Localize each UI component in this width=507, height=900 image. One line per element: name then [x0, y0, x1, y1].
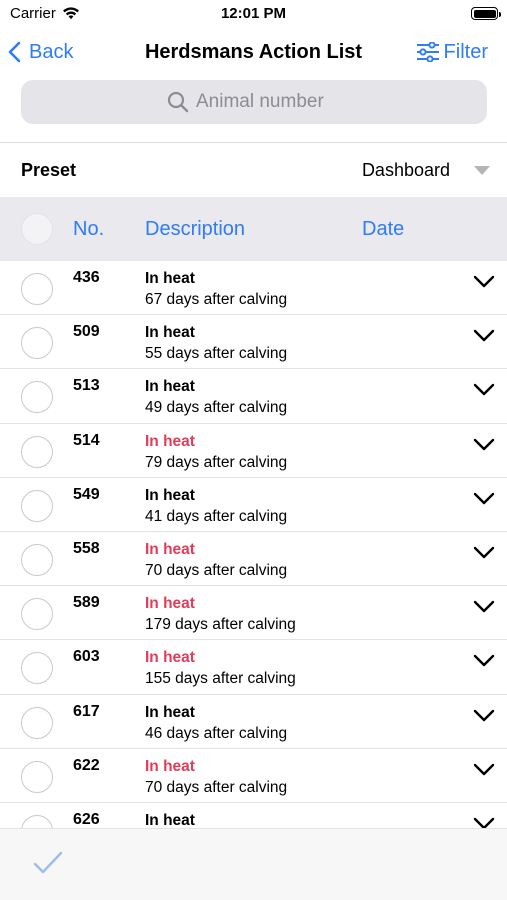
animal-number: 549: [73, 485, 100, 503]
row-select-checkbox[interactable]: [21, 598, 53, 631]
action-status: In heat: [145, 432, 195, 450]
action-status: In heat: [145, 270, 195, 287]
action-status: In heat: [145, 486, 195, 504]
action-status: In heat: [145, 703, 195, 721]
search-bar[interactable]: [21, 80, 487, 124]
action-detail: 67 days after calving: [145, 291, 288, 308]
animal-number: 626: [73, 810, 100, 828]
column-header: No. Description Date: [0, 197, 507, 261]
list-item[interactable]: 626 In heat: [0, 802, 507, 828]
select-all-checkbox[interactable]: [21, 213, 53, 245]
action-status: In heat: [145, 811, 195, 828]
chevron-down-icon[interactable]: [473, 546, 495, 565]
chevron-down-icon[interactable]: [473, 709, 495, 728]
row-select-checkbox[interactable]: [21, 814, 53, 828]
list-item[interactable]: 509 In heat 55 days after calving: [0, 315, 507, 370]
checkmark-icon: [33, 851, 63, 874]
list-item[interactable]: 622 In heat 70 days after calving: [0, 748, 507, 803]
filter-button[interactable]: Filter: [416, 38, 488, 66]
action-status: In heat: [145, 649, 195, 667]
row-select-checkbox[interactable]: [21, 435, 53, 468]
preset-select[interactable]: Dashboard: [362, 160, 450, 181]
magnifier-icon: [167, 91, 189, 113]
chevron-down-icon[interactable]: [473, 817, 495, 828]
chevron-down-icon[interactable]: [473, 492, 495, 511]
action-detail: 41 days after calving: [145, 507, 288, 525]
action-detail: 155 days after calving: [145, 670, 296, 688]
animal-number: 589: [73, 594, 100, 612]
action-detail: 70 days after calving: [145, 561, 288, 579]
row-select-checkbox[interactable]: [21, 543, 53, 576]
row-select-checkbox[interactable]: [21, 652, 53, 685]
chevron-down-icon[interactable]: [473, 438, 495, 457]
action-detail: 55 days after calving: [145, 345, 288, 363]
battery-icon: [471, 7, 501, 20]
action-list[interactable]: 436 In heat 67 days after calving 509 In hea…: [0, 261, 507, 828]
dropdown-caret-icon[interactable]: [474, 166, 490, 175]
list-item[interactable]: 436 In heat 67 days after calving: [0, 261, 507, 316]
animal-number: 617: [73, 702, 100, 720]
action-detail: 179 days after calving: [145, 616, 296, 634]
action-status: In heat: [145, 378, 195, 396]
list-item[interactable]: 513 In heat 49 days after calving: [0, 369, 507, 424]
action-detail: 46 days after calving: [145, 724, 288, 742]
animal-number: 509: [73, 323, 100, 341]
animal-number: 622: [73, 756, 100, 774]
chevron-down-icon[interactable]: [473, 763, 495, 782]
chevron-down-icon[interactable]: [473, 654, 495, 673]
navigation-bar: Back Herdsmans Action List Filter: [0, 30, 507, 74]
row-select-checkbox[interactable]: [21, 327, 53, 360]
list-item[interactable]: 514 In heat 79 days after calving: [0, 423, 507, 478]
filter-button-label: Filter: [443, 40, 488, 63]
status-time: 12:01 PM: [220, 5, 287, 22]
list-item[interactable]: 549 In heat 41 days after calving: [0, 477, 507, 532]
sliders-icon: [416, 42, 439, 62]
row-select-checkbox[interactable]: [21, 489, 53, 522]
row-select-checkbox[interactable]: [21, 381, 53, 414]
action-status: In heat: [145, 595, 195, 613]
done-button[interactable]: [33, 851, 63, 880]
animal-number: 603: [73, 648, 100, 666]
list-item[interactable]: 558 In heat 70 days after calving: [0, 531, 507, 587]
status-bar: Carrier 12:01 PM: [0, 0, 507, 30]
row-select-checkbox[interactable]: [21, 706, 53, 739]
chevron-down-icon[interactable]: [473, 600, 495, 619]
column-no-header[interactable]: No.: [73, 218, 104, 241]
search-input[interactable]: [196, 91, 341, 113]
chevron-down-icon[interactable]: [473, 329, 495, 348]
action-detail: 49 days after calving: [145, 399, 288, 417]
animal-number: 558: [73, 539, 100, 557]
preset-label: Preset: [21, 160, 77, 180]
column-date-header[interactable]: Date: [362, 218, 404, 241]
animal-number: 436: [73, 269, 100, 286]
action-detail: 79 days after calving: [145, 453, 288, 471]
list-item[interactable]: 603 In heat 155 days after calving: [0, 640, 507, 695]
chevron-down-icon[interactable]: [473, 383, 495, 402]
chevron-down-icon[interactable]: [473, 275, 495, 294]
preset-row[interactable]: Preset Dashboard: [0, 143, 507, 197]
action-detail: 70 days after calving: [145, 778, 288, 796]
action-status: In heat: [145, 324, 195, 342]
action-status: In heat: [145, 540, 195, 558]
list-item[interactable]: 617 In heat 46 days after calving: [0, 694, 507, 749]
list-item[interactable]: 589 In heat 179 days after calving: [0, 586, 507, 641]
action-status: In heat: [145, 757, 195, 775]
animal-number: 513: [73, 377, 100, 395]
column-description-header[interactable]: Description: [145, 218, 245, 241]
row-select-checkbox[interactable]: [21, 273, 53, 305]
row-select-checkbox[interactable]: [21, 760, 53, 793]
animal-number: 514: [73, 431, 100, 449]
bottom-toolbar: [0, 828, 507, 900]
